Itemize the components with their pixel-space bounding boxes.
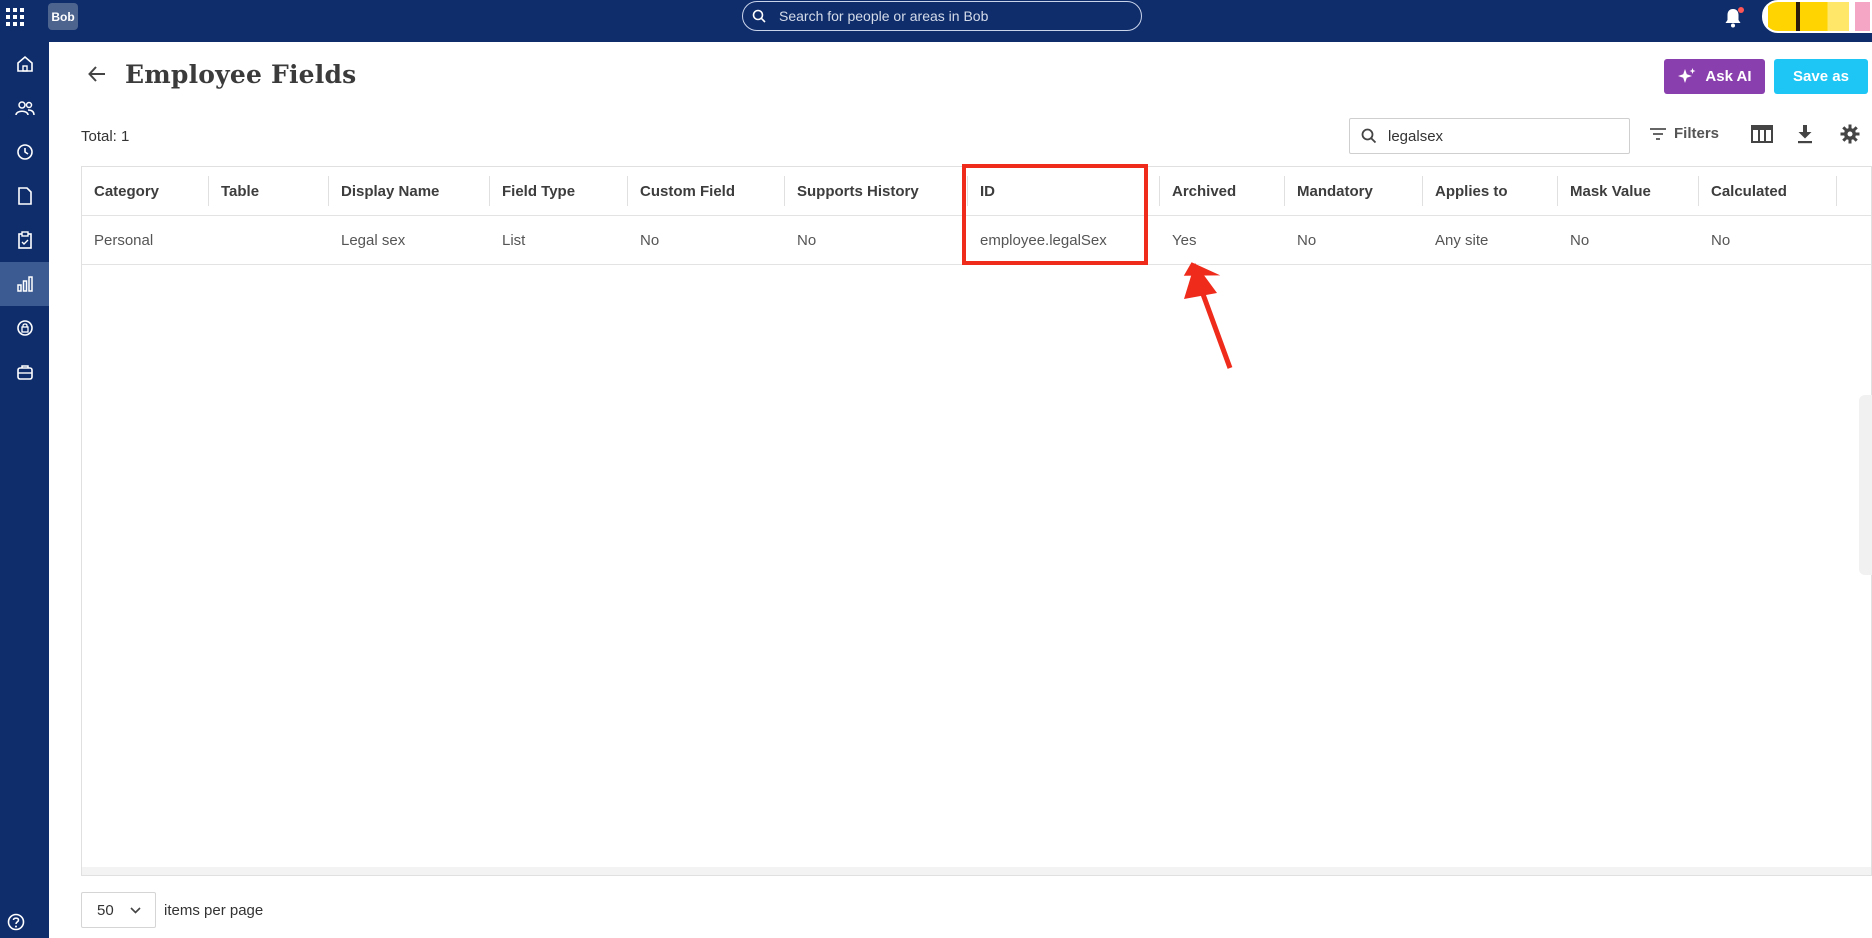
column-header[interactable]: Mandatory (1285, 167, 1423, 215)
chevron-down-icon (130, 906, 141, 914)
app-grid-icon[interactable] (6, 8, 24, 26)
sidebar-security-icon[interactable] (0, 306, 49, 350)
table-cell: Any site (1435, 231, 1489, 249)
table-search-value: legalsex (1388, 127, 1444, 145)
filter-icon (1650, 127, 1666, 140)
sparkle-icon (1678, 67, 1696, 83)
table-cell: No (1711, 231, 1731, 249)
table-cell: List (502, 231, 526, 249)
sidebar-people-icon[interactable] (0, 86, 49, 130)
column-header[interactable]: Display Name (329, 167, 490, 215)
sidebar-analytics-icon[interactable] (0, 262, 49, 306)
fields-table: Category Table Display Name Field Type C… (81, 166, 1872, 876)
user-avatar[interactable] (1762, 0, 1872, 33)
table-cell: Yes (1172, 231, 1197, 249)
column-header[interactable]: Supports History (785, 167, 968, 215)
page-title: Employee Fields (125, 60, 357, 89)
column-header[interactable]: Mask Value (1558, 167, 1699, 215)
column-header[interactable]: Category (82, 167, 209, 215)
column-header[interactable]: Applies to (1423, 167, 1558, 215)
table-cell: Personal (94, 231, 154, 249)
page-size-select[interactable]: 50 (81, 892, 156, 928)
items-per-page-label: items per page (164, 902, 264, 919)
table-cell: No (1570, 231, 1590, 249)
page-size-value: 50 (97, 901, 114, 919)
table-cell (209, 216, 329, 264)
table-cell: No (640, 231, 660, 249)
filters-button[interactable]: Filters (1650, 125, 1719, 142)
column-header[interactable]: Calculated (1699, 167, 1837, 215)
table-cell: No (797, 231, 817, 249)
search-icon (1361, 128, 1377, 144)
sidebar-briefcase-icon[interactable] (0, 350, 49, 394)
column-header[interactable]: Custom Field (628, 167, 785, 215)
back-arrow-icon[interactable] (87, 65, 107, 83)
global-search-input[interactable]: Search for people or areas in Bob (742, 1, 1142, 31)
download-icon[interactable] (1796, 124, 1814, 144)
table-cell: No (1297, 231, 1317, 249)
vertical-scrollbar[interactable] (1859, 395, 1872, 575)
columns-icon[interactable] (1751, 124, 1773, 144)
id-column-highlight-box (962, 164, 1148, 265)
notification-dot (1738, 7, 1744, 13)
red-arrow-annotation (1183, 262, 1233, 369)
sidebar-time-icon[interactable] (0, 130, 49, 174)
filters-label: Filters (1674, 125, 1720, 142)
column-header[interactable]: Table (209, 167, 329, 215)
global-search-placeholder: Search for people or areas in Bob (779, 8, 989, 24)
table-search-input[interactable]: legalsex (1349, 118, 1630, 154)
main-content: Employee Fields Ask AI Save as Total: 1 … (49, 42, 1872, 938)
help-icon[interactable] (6, 912, 26, 932)
table-cell: Legal sex (341, 231, 406, 249)
horizontal-scrollbar[interactable] (82, 867, 1871, 875)
total-count: Total: 1 (81, 128, 130, 145)
search-icon (752, 9, 766, 23)
column-header[interactable]: Archived (1160, 167, 1285, 215)
settings-gear-icon[interactable] (1840, 124, 1860, 144)
column-header[interactable]: Field Type (490, 167, 628, 215)
bob-logo[interactable]: Bob (48, 3, 78, 30)
sidebar-documents-icon[interactable] (0, 174, 49, 218)
left-sidebar (0, 42, 49, 938)
ask-ai-button[interactable]: Ask AI (1664, 59, 1765, 94)
sidebar-tasks-icon[interactable] (0, 218, 49, 262)
save-as-button[interactable]: Save as (1774, 59, 1868, 94)
ask-ai-label: Ask AI (1705, 68, 1752, 85)
top-bar: Bob Search for people or areas in Bob (0, 0, 1872, 42)
sidebar-home-icon[interactable] (0, 42, 49, 86)
